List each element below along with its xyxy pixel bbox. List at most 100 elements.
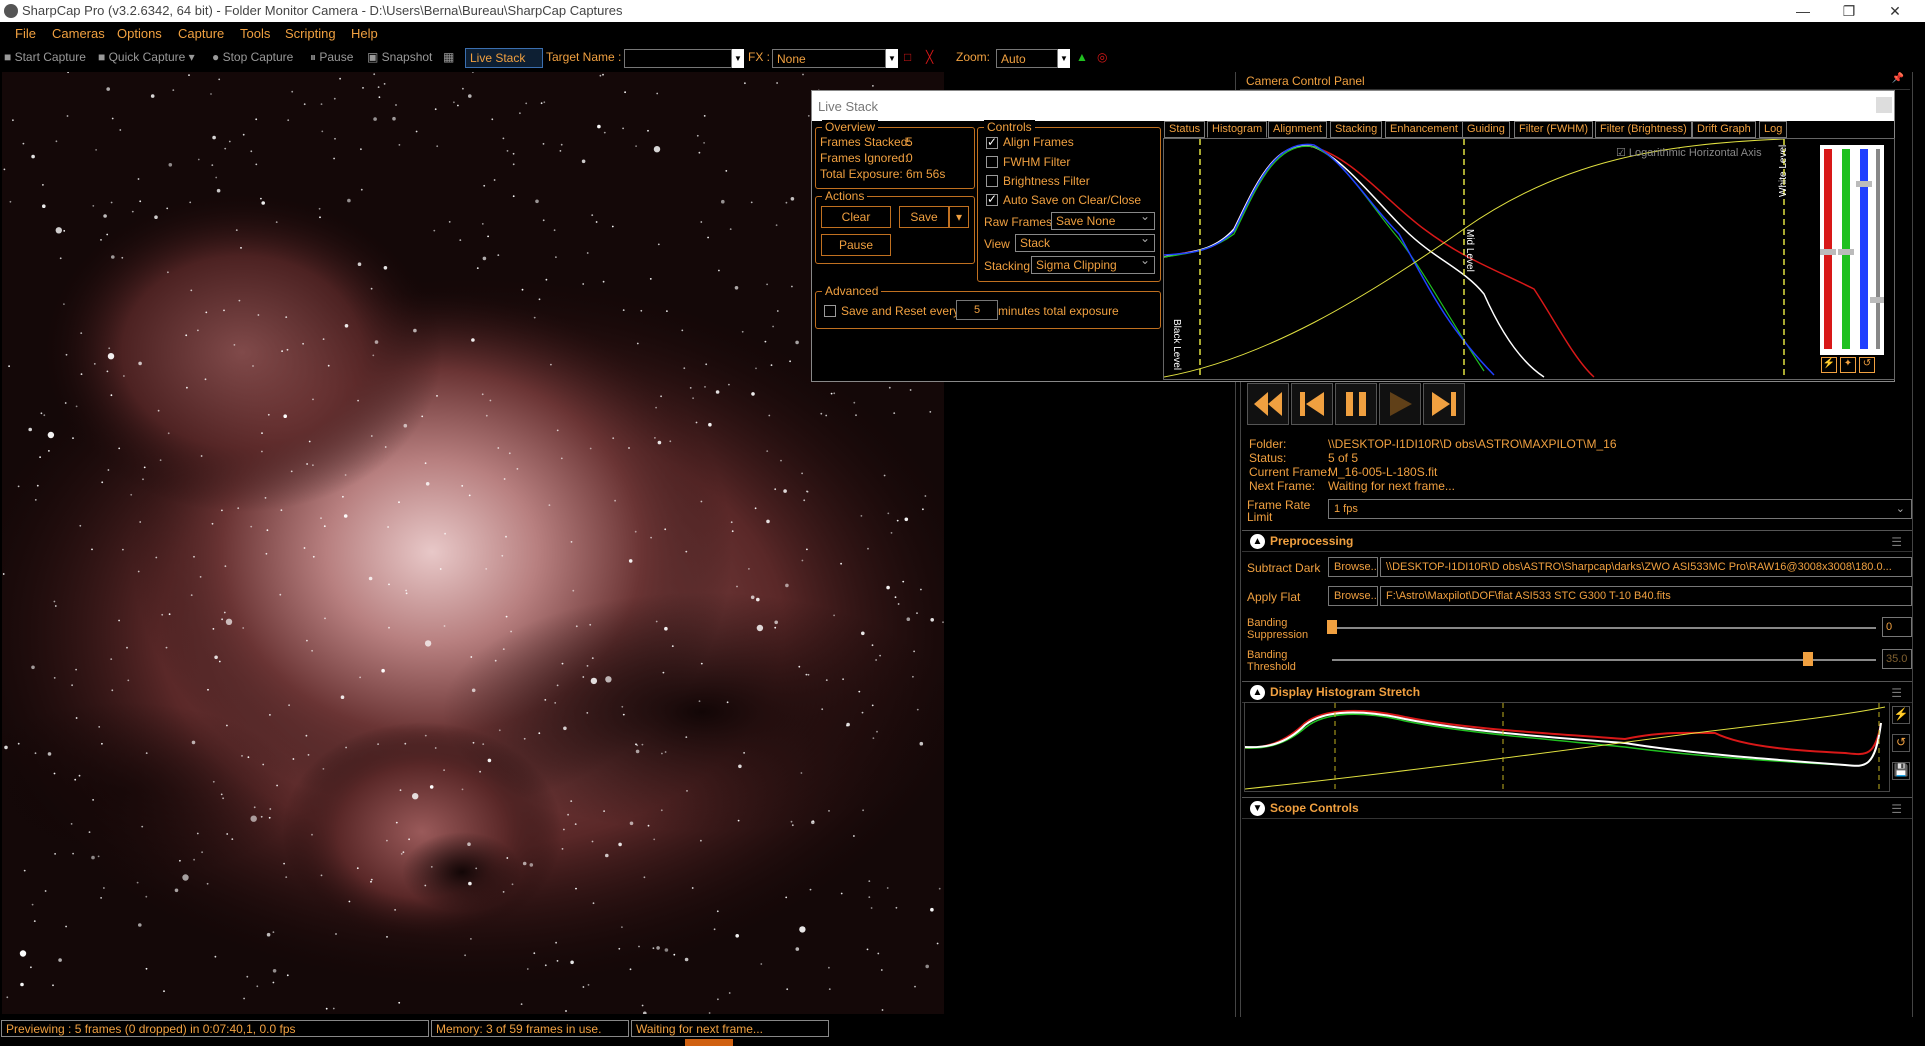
clear-button[interactable]: Clear: [821, 206, 891, 228]
tab-guiding[interactable]: Guiding: [1462, 121, 1510, 138]
star: [483, 184, 486, 187]
star: [257, 314, 260, 316]
star: [412, 793, 419, 800]
frame-rate-select[interactable]: 1 fps ⌄: [1328, 499, 1912, 519]
expand-icon[interactable]: ▼: [1250, 801, 1265, 816]
scope-controls-section-header[interactable]: ▼ Scope Controls ☰: [1242, 797, 1912, 819]
banding-threshold-thumb[interactable]: [1803, 652, 1813, 666]
zoom-select[interactable]: Auto: [996, 49, 1058, 68]
save-button[interactable]: Save: [899, 206, 949, 228]
zoom-dropdown[interactable]: ▼: [1058, 49, 1070, 68]
pause-button[interactable]: ⏸ Pause: [310, 50, 353, 65]
display-stretch-section-header[interactable]: ▲ Display Histogram Stretch ☰: [1242, 681, 1912, 703]
live-stack-close-button[interactable]: [1876, 97, 1892, 113]
fx-select[interactable]: None: [772, 49, 886, 68]
collapse-icon[interactable]: ▲: [1250, 685, 1265, 700]
menu-capture[interactable]: Capture: [178, 26, 224, 41]
banding-suppression-slider[interactable]: [1332, 627, 1876, 629]
tab-filter-brightness[interactable]: Filter (Brightness): [1595, 121, 1692, 138]
auto-save-checkbox[interactable]: [986, 192, 998, 206]
display-stretch-histogram[interactable]: [1244, 702, 1890, 792]
banding-suppression-thumb[interactable]: [1327, 620, 1337, 634]
auto-stretch-icon[interactable]: ⚡: [1821, 357, 1837, 373]
snapshot-button[interactable]: ▣ Snapshot: [367, 50, 432, 64]
fx-dropdown[interactable]: ▼: [886, 49, 898, 68]
subtract-dark-browse-button[interactable]: Browse...: [1328, 557, 1378, 577]
star: [272, 931, 275, 933]
start-capture-button[interactable]: ■ Start Capture: [4, 50, 86, 64]
banding-threshold-slider[interactable]: [1332, 659, 1876, 661]
save-stretch-icon[interactable]: 💾: [1892, 762, 1910, 780]
auto-stretch-icon[interactable]: ⚡: [1892, 706, 1910, 724]
collapse-icon[interactable]: ▲: [1250, 534, 1265, 549]
star: [320, 874, 323, 877]
target-name-dropdown[interactable]: ▼: [732, 49, 744, 68]
sparkle-icon[interactable]: ✦: [1840, 357, 1856, 373]
subtract-dark-path[interactable]: \\DESKTOP-I1DI10R\D obs\ASTRO\Sharpcap\d…: [1380, 557, 1912, 577]
pause-stack-button[interactable]: Pause: [821, 234, 891, 256]
menu-options[interactable]: Options: [117, 26, 162, 41]
tab-histogram[interactable]: Histogram: [1207, 121, 1268, 138]
banding-suppression-value[interactable]: 0: [1882, 617, 1912, 637]
menu-tools[interactable]: Tools: [240, 26, 270, 41]
tab-stacking[interactable]: Stacking: [1330, 121, 1383, 138]
star: [255, 163, 258, 166]
target-name-input[interactable]: [624, 49, 732, 68]
apply-flat-browse-button[interactable]: Browse...: [1328, 586, 1378, 606]
histogram-icon[interactable]: ▲: [1076, 50, 1088, 64]
skip-forward-icon[interactable]: [1423, 383, 1465, 425]
view-label: View: [984, 237, 1010, 251]
tab-log[interactable]: Log: [1759, 121, 1788, 138]
tab-drift-graph[interactable]: Drift Graph: [1692, 121, 1756, 138]
view-select[interactable]: Stack: [1015, 231, 1155, 252]
star: [743, 752, 745, 754]
focus-icon[interactable]: ◎: [1097, 50, 1107, 64]
tab-status[interactable]: Status: [1164, 121, 1206, 138]
crosshair-icon[interactable]: ╳: [926, 50, 933, 64]
raw-frames-select[interactable]: Save None: [1051, 209, 1155, 230]
quick-capture-button[interactable]: ■ Quick Capture ▾: [98, 50, 195, 64]
hamburger-icon[interactable]: ☰: [1891, 535, 1902, 549]
fwhm-filter-checkbox[interactable]: [986, 156, 998, 168]
rewind-icon[interactable]: [1247, 383, 1289, 425]
pause-playback-icon[interactable]: [1335, 383, 1377, 425]
tab-filter-fwhm[interactable]: Filter (FWHM): [1514, 121, 1594, 138]
save-reset-minutes[interactable]: 5: [956, 300, 998, 320]
apply-flat-path[interactable]: F:\Astro\Maxpilot\DOF\flat ASI533 STC G3…: [1380, 586, 1912, 606]
minimize-button[interactable]: —: [1780, 0, 1826, 22]
align-frames-checkbox[interactable]: [986, 135, 998, 149]
banding-threshold-value[interactable]: 35.0: [1882, 649, 1912, 669]
hamburger-icon[interactable]: ☰: [1891, 802, 1902, 816]
save-dropdown[interactable]: ▾: [949, 206, 969, 228]
camera-preview-image[interactable]: [2, 72, 944, 1014]
play-icon[interactable]: [1379, 383, 1421, 425]
tab-alignment[interactable]: Alignment: [1268, 121, 1327, 138]
save-reset-checkbox[interactable]: [824, 305, 836, 317]
restore-button[interactable]: ❐: [1826, 0, 1872, 22]
reset-stretch-icon[interactable]: ↺: [1892, 734, 1910, 752]
stop-capture-button[interactable]: ● Stop Capture: [212, 50, 293, 64]
lum-slider[interactable]: [1876, 149, 1880, 349]
menu-file[interactable]: File: [15, 26, 36, 41]
rect-icon[interactable]: □: [904, 50, 911, 64]
menu-help[interactable]: Help: [351, 26, 378, 41]
stack-histogram[interactable]: ☑ Logarithmic Horizontal Axis Black Leve…: [1163, 138, 1895, 380]
advanced-group: Advanced Save and Reset every 5 minutes …: [815, 284, 1161, 329]
close-button[interactable]: ✕: [1872, 0, 1918, 22]
log-axis-checkbox-label[interactable]: ☑ Logarithmic Horizontal Axis: [1616, 146, 1762, 159]
menu-cameras[interactable]: Cameras: [52, 26, 105, 41]
menu-scripting[interactable]: Scripting: [285, 26, 336, 41]
hamburger-icon[interactable]: ☰: [1891, 686, 1902, 700]
blue-slider[interactable]: [1860, 149, 1868, 349]
tab-enhancement[interactable]: Enhancement: [1385, 121, 1463, 138]
stacking-select[interactable]: Sigma Clipping: [1031, 253, 1155, 274]
skip-back-icon[interactable]: [1291, 383, 1333, 425]
brightness-filter-checkbox[interactable]: [986, 175, 998, 187]
star: [429, 785, 434, 789]
live-stack-button[interactable]: Live Stack: [465, 48, 543, 68]
star: [501, 554, 504, 557]
reset-icon[interactable]: ↺: [1859, 357, 1875, 373]
preprocessing-section-header[interactable]: ▲ Preprocessing ☰: [1242, 530, 1912, 552]
grid-icon[interactable]: ▦: [443, 50, 454, 64]
pin-icon[interactable]: 📌: [1892, 73, 1904, 84]
